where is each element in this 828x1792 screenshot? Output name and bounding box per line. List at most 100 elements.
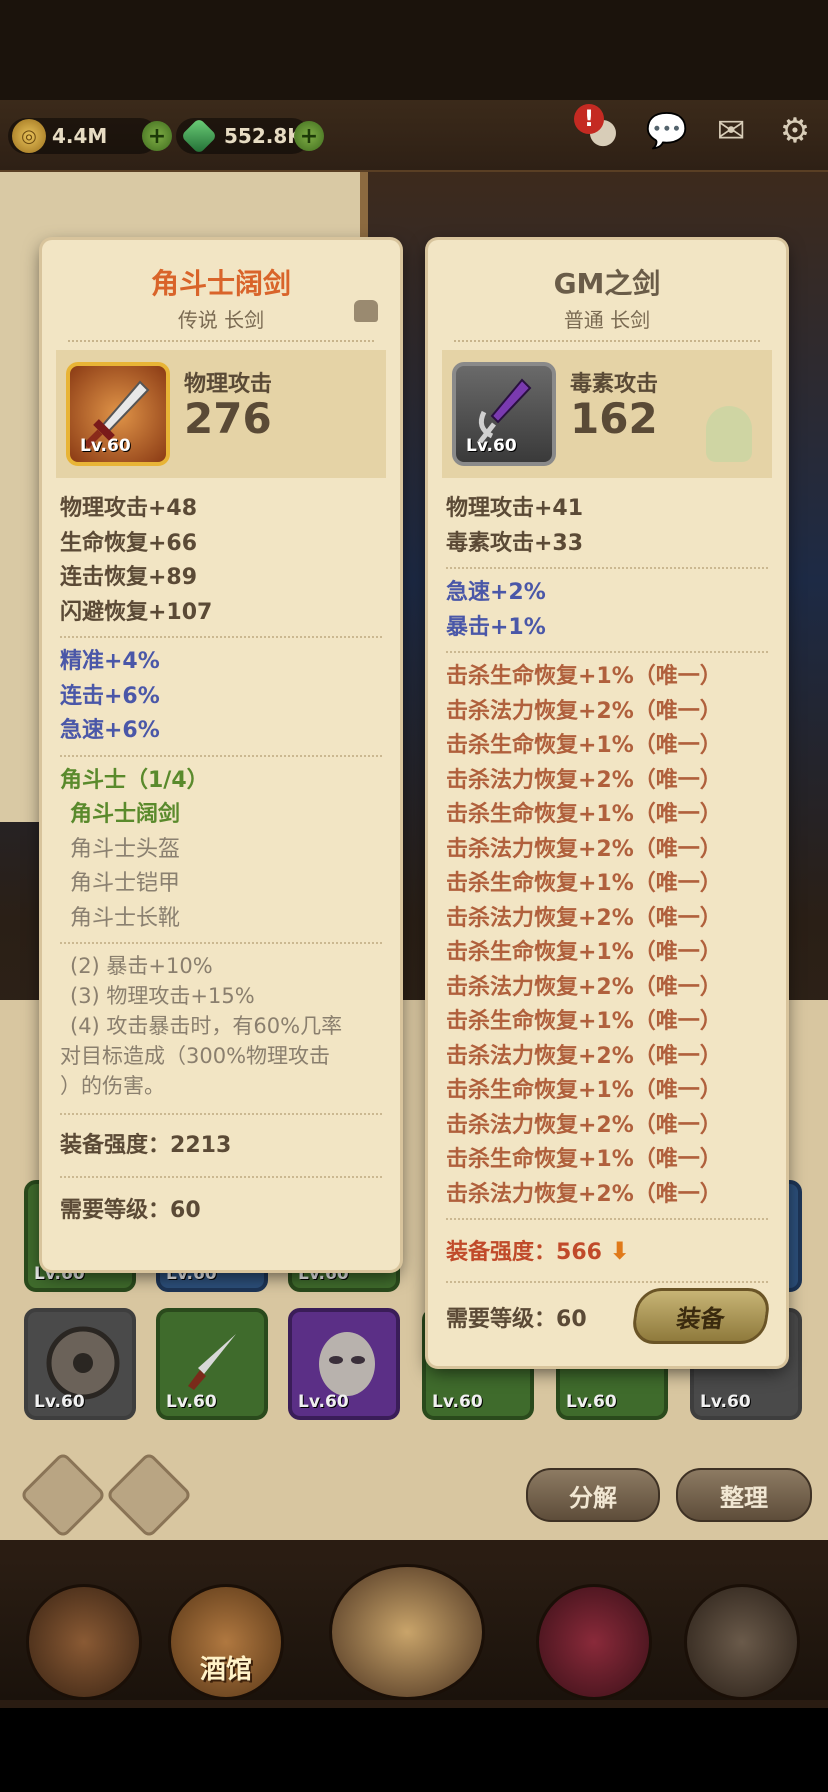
bonus-stat-row: 暴击+1%: [446, 614, 546, 640]
divider: [60, 754, 382, 758]
item-hero: Lv.60 物理攻击 276: [56, 350, 386, 478]
nav-guild[interactable]: [524, 1560, 664, 1700]
add-gold-button[interactable]: +: [142, 121, 172, 151]
nav-tavern-label: 酒馆: [199, 1655, 252, 1685]
equip-button[interactable]: 装备: [630, 1288, 772, 1344]
unique-stat-row: 击杀生命恢复+1%（唯一）: [446, 1078, 722, 1103]
set-bonus: ）的伤害。: [60, 1074, 165, 1098]
arrow-down-icon: ⬇: [609, 1237, 630, 1265]
required-level-label: 需要等级：: [446, 1307, 557, 1332]
unique-stat-row: 击杀生命恢复+1%（唯一）: [446, 940, 722, 965]
sort-button[interactable]: 整理: [676, 1468, 812, 1522]
gold-amount: 4.4M: [52, 124, 108, 148]
forge-icon: [684, 1584, 800, 1700]
add-gems-button[interactable]: +: [294, 121, 324, 151]
unique-stat-row: 击杀生命恢复+1%（唯一）: [446, 871, 722, 896]
mask-icon: [319, 1332, 375, 1396]
gem-icon: [180, 117, 218, 155]
power-row: 装备强度：566 ⬇: [446, 1227, 768, 1275]
stat-row: 物理攻击+48: [60, 496, 198, 521]
unique-stat-row: 击杀生命恢复+1%（唯一）: [446, 664, 722, 689]
power-row: 装备强度：2213: [60, 1122, 382, 1170]
divider: [446, 651, 768, 654]
chat-button[interactable]: 💬: [644, 108, 690, 154]
unique-stat-row: 击杀法力恢复+2%（唯一）: [446, 974, 722, 1000]
nav-town[interactable]: [14, 1560, 154, 1700]
main-stat-value: 162: [570, 394, 658, 443]
coin-icon: ◎: [12, 119, 46, 153]
stat-row: 毒素攻击+33: [446, 530, 584, 556]
quest-alert-button[interactable]: ● !: [574, 104, 626, 154]
divider: [446, 567, 768, 570]
shield-icon: [46, 1326, 120, 1400]
unique-stat-row: 击杀生命恢复+1%（唯一）: [446, 1147, 722, 1172]
item-subtitle: 传说 长剑: [177, 308, 265, 332]
set-bonus: (3) 物理攻击+15%: [70, 984, 255, 1008]
gem-counter: 552.8K +: [176, 117, 324, 155]
stat-row: 生命恢复+66: [60, 530, 198, 556]
stat-row: 连击恢复+89: [60, 565, 198, 590]
bonus-stat-row: 精准+4%: [60, 649, 160, 674]
unique-stat-row: 击杀生命恢复+1%（唯一）: [446, 1009, 722, 1034]
nav-tavern[interactable]: 酒馆: [156, 1560, 296, 1700]
power-value: 566: [556, 1240, 602, 1265]
required-level-value: 60: [556, 1307, 587, 1332]
disassemble-button[interactable]: 分解: [526, 1468, 660, 1522]
set-title: 角斗士（1/4）: [60, 767, 209, 793]
unique-stat-row: 击杀法力恢复+2%（唯一）: [446, 836, 722, 862]
divider: [446, 1281, 768, 1284]
set-item-owned: 角斗士阔剑: [70, 802, 181, 827]
alert-badge: !: [574, 104, 604, 134]
bottom-nav: 酒馆: [0, 1560, 828, 1700]
unique-stat-row: 击杀生命恢复+1%（唯一）: [446, 733, 722, 758]
unique-stat-row: 击杀法力恢复+2%（唯一）: [446, 698, 722, 724]
settings-button[interactable]: ⚙: [772, 108, 818, 154]
divider: [60, 636, 382, 639]
inventory-slot-mask[interactable]: Lv.60: [288, 1308, 400, 1420]
mail-button[interactable]: ✉: [708, 108, 754, 154]
set-bonus: 对目标造成（300%物理攻击: [60, 1044, 331, 1068]
unique-stat-row: 击杀生命恢复+1%（唯一）: [446, 802, 722, 827]
unique-stat-row: 击杀法力恢复+2%（唯一）: [446, 1112, 722, 1138]
unique-stat-row: 击杀法力恢复+2%（唯一）: [446, 1181, 722, 1207]
item-hero: Lv.60 毒素攻击 162: [442, 350, 772, 478]
inventory-slot-dagger[interactable]: Lv.60: [156, 1308, 268, 1420]
required-level-value: 60: [170, 1198, 201, 1223]
set-bonus: (4) 攻击暴击时，有60%几率: [70, 1014, 343, 1038]
divider: [454, 340, 760, 345]
adventure-portal-icon: [329, 1564, 485, 1700]
item-title: GM之剑: [553, 267, 661, 300]
nav-adventure[interactable]: [322, 1560, 492, 1700]
nav-forge[interactable]: [672, 1560, 812, 1700]
dagger-icon: [188, 1334, 236, 1390]
divider: [446, 1218, 768, 1221]
gold-counter: ◎ 4.4M +: [8, 118, 172, 154]
set-bonus: (2) 暴击+10%: [70, 954, 213, 978]
item-tooltip-left: 角斗士阔剑 传说 长剑 Lv.60 物理攻击 276 物理攻击+48 生命恢复+…: [42, 240, 400, 1270]
bonus-stat-row: 急速+2%: [446, 580, 546, 605]
gear-icon: ⚙: [779, 111, 811, 151]
stat-row: 闪避恢复+107: [60, 599, 213, 625]
inventory-slot-shield[interactable]: Lv.60: [24, 1308, 136, 1420]
item-level: Lv.60: [466, 436, 517, 456]
power-label: 装备强度：: [446, 1240, 557, 1265]
item-icon-box: Lv.60: [66, 362, 170, 466]
divider: [60, 1113, 382, 1116]
divider: [60, 942, 382, 945]
required-level-label: 需要等级：: [60, 1198, 171, 1223]
power-value: 2213: [170, 1133, 232, 1158]
helmet-slot-icon: [354, 300, 378, 322]
home-indicator-bar: [0, 1708, 828, 1792]
divider: [68, 340, 374, 345]
unique-stat-row: 击杀法力恢复+2%（唯一）: [446, 1043, 722, 1069]
item-icon-box: Lv.60: [452, 362, 556, 466]
bonus-stat-row: 急速+6%: [60, 718, 160, 743]
item-subtitle: 普通 长剑: [563, 308, 651, 332]
set-item: 角斗士头盔: [70, 836, 181, 862]
guild-emblem-icon: [536, 1584, 652, 1700]
top-bar: ◎ 4.4M + 552.8K + ● ! 💬 ✉ ⚙: [0, 100, 828, 173]
item-tooltip-right: GM之剑 普通 长剑 Lv.60 毒素攻击 162 物理攻击+41 毒素攻击+3…: [428, 240, 786, 1366]
item-level: Lv.60: [80, 436, 131, 456]
bonus-stat-row: 连击+6%: [60, 683, 160, 709]
power-label: 装备强度：: [60, 1133, 171, 1158]
